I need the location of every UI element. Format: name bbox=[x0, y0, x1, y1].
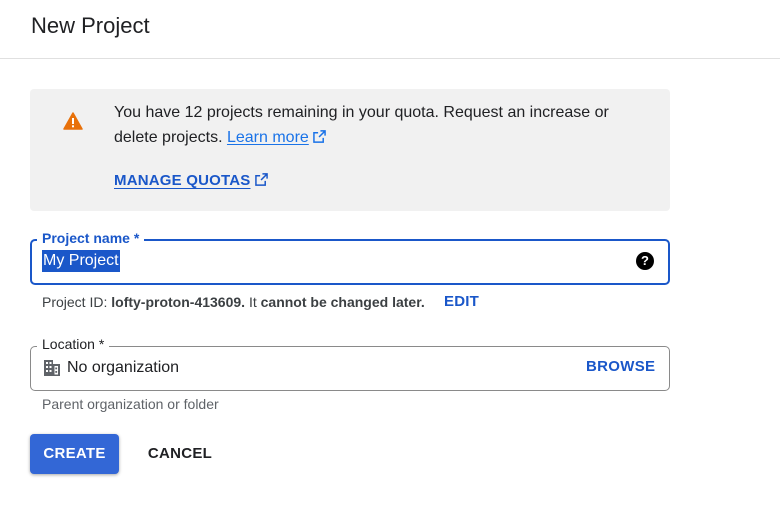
location-value: No organization bbox=[67, 359, 180, 376]
browse-button[interactable]: BROWSE bbox=[586, 358, 655, 375]
project-id-value: lofty-proton-413609. bbox=[111, 294, 246, 310]
page-title: New Project bbox=[31, 13, 150, 38]
manage-quotas-label: MANAGE QUOTAS bbox=[114, 172, 251, 189]
manage-quotas-link[interactable]: MANAGE QUOTAS bbox=[114, 172, 268, 189]
project-name-label: Project name * bbox=[37, 230, 145, 246]
project-id-prefix: Project ID: bbox=[42, 294, 108, 310]
header-divider bbox=[0, 58, 780, 59]
cancel-button[interactable]: CANCEL bbox=[134, 434, 226, 474]
create-button[interactable]: CREATE bbox=[30, 434, 119, 474]
project-name-input[interactable]: My Project bbox=[42, 250, 120, 272]
learn-more-label: Learn more bbox=[226, 129, 309, 146]
project-id-note: cannot be changed later. bbox=[260, 294, 425, 310]
external-link-icon bbox=[254, 173, 268, 186]
quota-notice-text: You have 12 projects remaining in your q… bbox=[114, 100, 634, 150]
quota-message: You have 12 projects remaining in your q… bbox=[114, 104, 609, 146]
location-label: Location * bbox=[37, 336, 110, 352]
external-link-icon bbox=[312, 130, 326, 143]
project-id-text: Project ID: lofty-proton-413609. It cann… bbox=[42, 294, 425, 310]
edit-project-id-button[interactable]: EDIT bbox=[444, 293, 479, 310]
help-icon[interactable]: ? bbox=[636, 252, 654, 270]
location-hint: Parent organization or folder bbox=[42, 396, 219, 412]
building-icon bbox=[44, 360, 60, 376]
project-id-middle: It bbox=[248, 294, 257, 310]
warning-icon bbox=[63, 112, 83, 130]
learn-more-link[interactable]: Learn more bbox=[227, 129, 326, 146]
